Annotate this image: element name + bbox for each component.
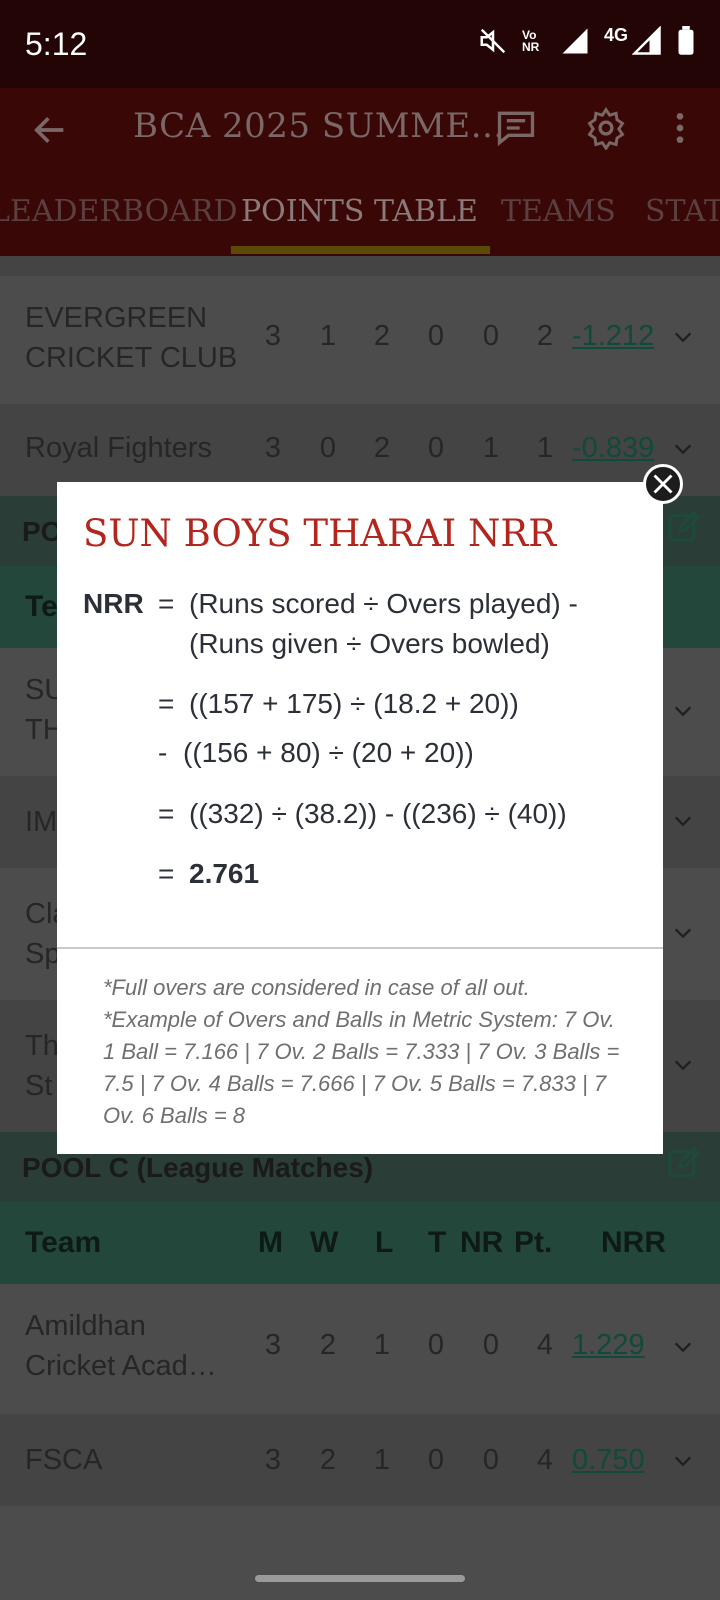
nrr-dialog: SUN BOYS THARAI NRR NRR = (Runs scored ÷…	[57, 482, 663, 1154]
tab-indicator	[231, 246, 490, 254]
cell-l: 1	[373, 1444, 391, 1476]
cell-nr: 1	[482, 432, 500, 464]
status-icons: Vo NR 4G	[478, 24, 696, 56]
cell-nr: 0	[482, 1444, 500, 1476]
chevron-down-icon[interactable]	[672, 700, 694, 722]
formula-line-2: (Runs given ÷ Overs bowled)	[189, 628, 550, 659]
cell-m: 3	[264, 1444, 282, 1476]
status-bar: 5:12 Vo NR 4G	[0, 0, 720, 88]
cell-t: 0	[427, 320, 445, 352]
chevron-down-icon[interactable]	[672, 1336, 694, 1358]
cell-w: 2	[319, 1444, 337, 1476]
cell-pt: 1	[536, 432, 554, 464]
cell-w: 2	[319, 1329, 337, 1361]
signal-icon	[562, 28, 588, 54]
pool-c-column-header: Team M W L T NR Pt. NRR	[0, 1202, 720, 1284]
col-team-partial: Te	[25, 590, 58, 623]
cell-l: 1	[373, 1329, 391, 1361]
signal-icon-2	[632, 26, 661, 55]
tab-stats[interactable]: STATS	[645, 194, 720, 229]
tab-leaderboard[interactable]: LEADERBOARD	[0, 194, 238, 229]
chevron-down-icon[interactable]	[672, 438, 694, 460]
minus-sign: -	[158, 737, 168, 768]
cell-nrr-link[interactable]: 0.750	[572, 1444, 645, 1477]
cell-t: 0	[427, 1444, 445, 1476]
close-button[interactable]	[643, 464, 683, 504]
status-time: 5:12	[25, 26, 88, 62]
divider	[57, 947, 663, 949]
table-row[interactable]: Amildhan Cricket Acad… 3 2 1 0 0 4 1.229	[0, 1284, 720, 1414]
equals-sign: =	[158, 798, 175, 829]
tab-points-table[interactable]: POINTS TABLE	[241, 194, 478, 229]
cell-l: 2	[373, 320, 391, 352]
chat-icon[interactable]	[494, 106, 538, 150]
col-l: L	[375, 1226, 394, 1259]
cell-t: 0	[427, 432, 445, 464]
team-name: EVERGREEN CRICKET CLUB	[25, 302, 238, 374]
cell-nr: 0	[482, 1329, 500, 1361]
cell-l: 2	[373, 432, 391, 464]
back-arrow-icon[interactable]	[30, 110, 70, 150]
cell-m: 3	[264, 1329, 282, 1361]
cell-w: 0	[319, 432, 337, 464]
team-name: Amildhan Cricket Acad…	[25, 1310, 217, 1382]
team-name: IM	[25, 806, 58, 838]
team-name: Royal Fighters	[25, 432, 212, 464]
cell-nrr-link[interactable]: 1.229	[572, 1329, 645, 1362]
cell-nrr-link[interactable]: -1.212	[572, 320, 654, 353]
cell-pt: 4	[536, 1329, 554, 1361]
cell-m: 3	[264, 432, 282, 464]
cell-w: 1	[319, 320, 337, 352]
cell-nr: 0	[482, 320, 500, 352]
volte-label: Vo NR	[521, 28, 540, 54]
chevron-down-icon[interactable]	[672, 326, 694, 348]
battery-icon	[678, 26, 694, 55]
table-row[interactable]: EVERGREEN CRICKET CLUB 3 1 2 0 0 2 -1.21…	[0, 276, 720, 404]
edit-icon[interactable]	[667, 1146, 701, 1180]
app-title: BCA 2025 SUMME...	[133, 106, 505, 146]
cell-nrr-link[interactable]: -0.839	[572, 432, 654, 465]
equals-sign: =	[158, 858, 175, 889]
equals-sign: =	[158, 688, 175, 719]
dialog-title: SUN BOYS THARAI NRR	[83, 512, 557, 555]
close-icon	[653, 474, 673, 494]
more-vert-icon[interactable]	[660, 106, 700, 150]
edit-icon[interactable]	[667, 510, 701, 544]
step1-line-1: ((157 + 175) ÷ (18.2 + 20))	[189, 688, 519, 719]
metric-note: *Full overs are considered in case of al…	[103, 975, 620, 1128]
table-bottom	[0, 1506, 720, 1600]
home-indicator[interactable]	[255, 1575, 465, 1582]
gear-icon[interactable]	[584, 106, 628, 150]
mute-icon	[480, 28, 506, 54]
table-top-spacer	[0, 256, 720, 276]
table-row[interactable]: FSCA 3 2 1 0 0 4 0.750	[0, 1414, 720, 1506]
cell-t: 0	[427, 1329, 445, 1361]
chevron-down-icon[interactable]	[672, 810, 694, 832]
formula-line-1: (Runs scored ÷ Overs played) -	[189, 588, 578, 619]
nrr-result: 2.761	[189, 858, 260, 889]
col-w: W	[310, 1226, 339, 1259]
equals-sign: =	[158, 588, 175, 619]
chevron-down-icon[interactable]	[672, 922, 694, 944]
col-m: M	[258, 1226, 283, 1259]
step1-line-2: ((156 + 80) ÷ (20 + 20))	[183, 737, 474, 768]
team-name: FSCA	[25, 1444, 103, 1476]
col-team: Team	[25, 1226, 102, 1259]
cell-pt: 2	[536, 320, 554, 352]
app-bar: BCA 2025 SUMME... LEADERBOARD POINTS TAB…	[0, 88, 720, 256]
team-name: Th St	[25, 1030, 59, 1102]
col-nr: NR	[460, 1226, 504, 1259]
pool-c-title: POOL C (League Matches)	[22, 1152, 374, 1183]
chevron-down-icon[interactable]	[672, 1450, 694, 1472]
nrr-label: NRR	[83, 588, 144, 619]
chevron-down-icon[interactable]	[672, 1054, 694, 1076]
step2-line: ((332) ÷ (38.2)) - ((236) ÷ (40))	[189, 798, 567, 829]
cell-pt: 4	[536, 1444, 554, 1476]
col-pt: Pt.	[514, 1226, 553, 1259]
tab-teams[interactable]: TEAMS	[501, 194, 616, 229]
cell-m: 3	[264, 320, 282, 352]
col-nrr: NRR	[601, 1226, 666, 1259]
col-t: T	[428, 1226, 447, 1259]
network-type: 4G	[603, 24, 628, 45]
